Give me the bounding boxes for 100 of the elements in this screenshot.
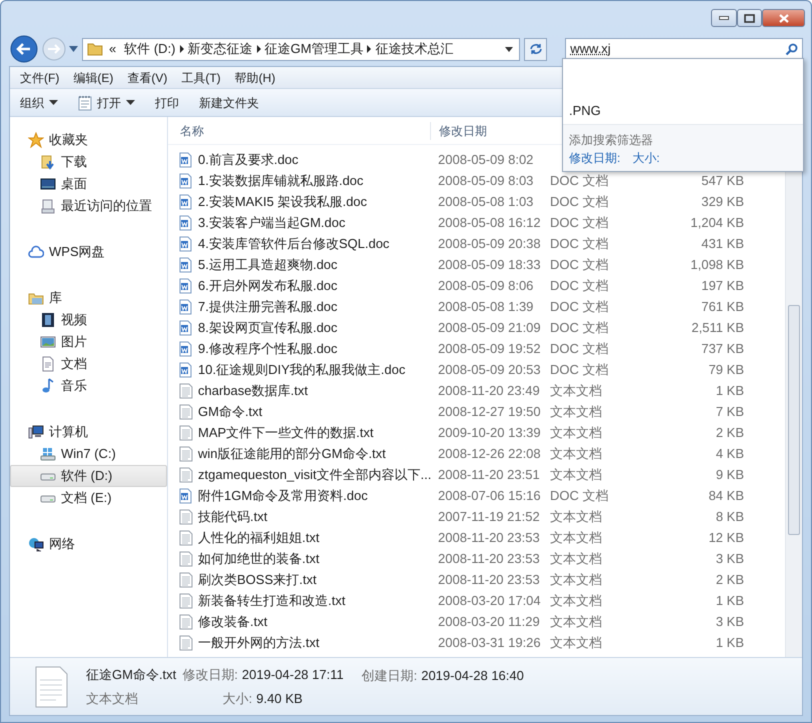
detail-label: 大小:: [222, 690, 252, 708]
size-cell-text: 1 KB: [714, 382, 744, 400]
date-cell-text: 2008-12-27 19:50: [437, 402, 542, 421]
file-name: 征途GM命令.txt: [86, 666, 176, 684]
sidebar-item[interactable]: 文档: [10, 353, 167, 375]
type-cell-text: DOC 文档: [550, 276, 610, 295]
file-name[interactable]: 修改装备.txt: [198, 612, 268, 632]
file-name[interactable]: 2.安装MAKI5 架设我私服.doc: [198, 192, 368, 212]
breadcrumb[interactable]: 新变态征途: [188, 39, 253, 59]
column-header[interactable]: 修改日期: [430, 122, 546, 140]
sidebar-item[interactable]: 图片: [10, 331, 167, 353]
sidebar-item[interactable]: 下载: [10, 151, 167, 173]
sidebar-item[interactable]: 软件 (D:): [10, 465, 167, 487]
size-cell-text: 3 KB: [714, 550, 744, 568]
file-name[interactable]: GM命令.txt: [198, 402, 262, 422]
sidebar-item[interactable]: Win7 (C:): [10, 443, 167, 465]
file-name[interactable]: 技能代码.txt: [198, 506, 268, 526]
file-name[interactable]: 一般开外网的方法.txt: [198, 632, 320, 652]
file-name[interactable]: 10.征途规则DIY我的私服我做主.doc: [198, 360, 406, 380]
menu-item[interactable]: 编辑(E): [67, 68, 120, 86]
search-input[interactable]: www.xj: [570, 39, 785, 59]
type-cell-text: 文本文档: [550, 402, 603, 421]
menu-item[interactable]: 查看(V): [121, 68, 174, 86]
menu-item[interactable]: 工具(T): [175, 68, 227, 86]
word-document-icon: [178, 278, 194, 294]
breadcrumb[interactable]: 征途GM管理工具: [264, 39, 364, 59]
sidebar-item[interactable]: 视频: [10, 309, 167, 331]
date-cell-text: 2008-05-09 20:38: [437, 234, 542, 253]
breadcrumb[interactable]: 征途技术总汇: [375, 39, 454, 59]
toolbar-button[interactable]: 打开: [78, 92, 135, 114]
sidebar-group-header[interactable]: 网络: [10, 533, 167, 555]
file-name[interactable]: 7.提供注册完善私服.doc: [198, 296, 338, 316]
download-folder-icon: [40, 154, 56, 170]
picture-icon: [40, 334, 56, 350]
file-name[interactable]: 附件1GM命令及常用资料.doc: [198, 486, 368, 506]
sidebar-item[interactable]: 音乐: [10, 375, 167, 397]
file-name[interactable]: 9.修改程序个性私服.doc: [198, 338, 338, 358]
type-cell-text: 文本文档: [550, 528, 603, 547]
file-name[interactable]: 4.安装库管软件后台修改SQL.doc: [198, 234, 390, 254]
file-name[interactable]: 人性化的福利姐姐.txt: [198, 528, 320, 548]
desktop-icon: [40, 176, 56, 192]
size-cell-text: 2 KB: [714, 570, 744, 589]
dropdown-caret-icon[interactable]: [504, 46, 513, 52]
search-filter-link[interactable]: 大小:: [632, 149, 660, 167]
file-name[interactable]: MAP文件下一些文件的数据.txt: [198, 422, 374, 442]
sidebar-item[interactable]: 文档 (E:): [10, 487, 167, 509]
file-name[interactable]: 8.架设网页宣传私服.doc: [198, 318, 338, 338]
close-button[interactable]: [762, 9, 805, 27]
detail-label: 修改日期:: [182, 666, 238, 684]
back-button[interactable]: [9, 34, 39, 64]
file-name[interactable]: 1.安装数据库铺就私服路.doc: [198, 170, 364, 190]
word-document-icon: [178, 320, 194, 336]
type-cell-text: DOC 文档: [550, 234, 610, 253]
text-file-icon: [178, 508, 194, 524]
minimize-button[interactable]: [711, 9, 737, 27]
search-field[interactable]: www.xj: [565, 38, 803, 60]
column-header[interactable]: 名称: [168, 122, 430, 140]
sidebar-group-header[interactable]: WPS网盘: [10, 241, 167, 263]
sidebar-item[interactable]: 最近访问的位置: [10, 195, 167, 217]
menu-item[interactable]: 文件(F): [14, 68, 66, 86]
size-cell-text: 8 KB: [714, 508, 744, 526]
refresh-button[interactable]: [524, 38, 548, 60]
toolbar-button[interactable]: 组织: [20, 92, 58, 114]
file-name[interactable]: 5.运用工具造超爽物.doc: [198, 254, 338, 274]
file-name[interactable]: 刷次类BOSS来打.txt: [198, 570, 316, 590]
file-name[interactable]: 如何加绝世的装备.txt: [198, 548, 320, 568]
search-filter-link[interactable]: 修改日期:: [569, 149, 620, 167]
file-name[interactable]: 6.开启外网发布私服.doc: [198, 276, 338, 296]
filter-heading: 添加搜索筛选器: [569, 132, 654, 149]
file-name[interactable]: ztgamequeston_visit文件全部内容以下...: [198, 464, 432, 484]
sidebar-group-header[interactable]: 库: [10, 287, 167, 309]
word-document-icon: [178, 214, 194, 230]
history-caret-icon[interactable]: [69, 46, 78, 52]
address-bar[interactable]: « 软件 (D:) 新变态征途 征途GM管理工具 征途技术总汇: [82, 38, 520, 60]
overflow-chevron[interactable]: «: [109, 39, 116, 59]
date-cell-text: 2009-10-20 13:39: [437, 424, 542, 442]
toolbar-button[interactable]: 新建文件夹: [199, 92, 259, 114]
type-cell-text: DOC 文档: [550, 340, 610, 358]
file-name[interactable]: win版征途能用的部分GM命令.txt: [198, 444, 386, 464]
file-name[interactable]: charbase数据库.txt: [198, 380, 308, 400]
toolbar-button[interactable]: 打印: [155, 92, 179, 114]
word-document-icon: [178, 194, 194, 210]
breadcrumb[interactable]: 软件 (D:): [124, 39, 176, 59]
word-document-icon: [178, 172, 194, 188]
maximize-button[interactable]: [737, 9, 762, 27]
menu-item[interactable]: 帮助(H): [228, 68, 282, 86]
search-suggestion[interactable]: .PNG: [569, 101, 797, 119]
size-cell-text: 2,511 KB: [690, 318, 744, 337]
sidebar-group-header[interactable]: 收藏夹: [10, 129, 167, 151]
file-name[interactable]: 3.安装客户端当起GM.doc: [198, 212, 346, 232]
date-cell-text: 2008-11-20 23:53: [437, 570, 541, 589]
caret-icon: [49, 100, 58, 105]
file-name[interactable]: 0.前言及要求.doc: [198, 150, 298, 170]
file-name[interactable]: 新装备转生打造和改造.txt: [198, 590, 346, 610]
text-file-icon: [178, 404, 194, 420]
sidebar-group-header[interactable]: 计算机: [10, 421, 167, 443]
date-cell-text: 2008-05-09 18:33: [437, 256, 542, 274]
detail-value: 2019-04-28 17:11: [242, 666, 344, 684]
type-cell-text: 文本文档: [550, 612, 603, 631]
sidebar-item[interactable]: 桌面: [10, 173, 167, 195]
